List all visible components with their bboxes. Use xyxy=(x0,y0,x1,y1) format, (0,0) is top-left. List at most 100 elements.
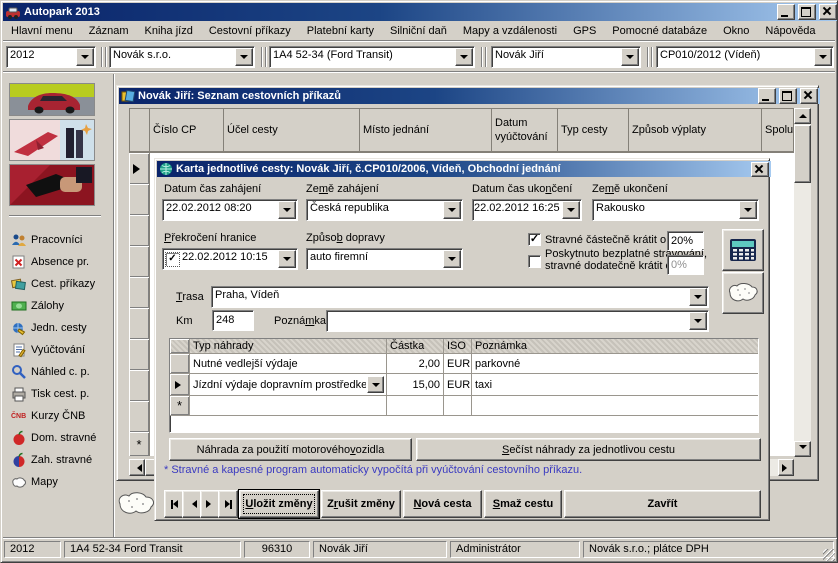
column-header-datum-vyuctovani[interactable]: Datum vyúčtování xyxy=(492,109,558,152)
row-selector-current[interactable] xyxy=(129,153,150,184)
column-header-cislo-cp[interactable]: Číslo CP xyxy=(150,109,224,152)
column-header-typ-nahrady[interactable]: Typ náhrady xyxy=(190,339,387,353)
sidebar-item-pracovnici[interactable]: Pracovníci xyxy=(11,230,82,250)
additional-reduction-pct-input[interactable]: 0% xyxy=(667,255,704,275)
previous-record-button[interactable] xyxy=(182,490,202,518)
row-selector[interactable] xyxy=(129,246,150,277)
person-select[interactable]: Novák Jiří xyxy=(491,46,641,68)
row-selector[interactable] xyxy=(129,184,150,215)
sidebar-item-zalohy[interactable]: Zálohy xyxy=(11,296,64,316)
new-trip-button[interactable]: Nová cesta xyxy=(403,490,482,518)
vehicle-select[interactable]: 1A4 52-34 (Ford Transit) xyxy=(269,46,475,68)
menu-okno[interactable]: Okno xyxy=(715,23,757,39)
column-header-ucel-cesty[interactable]: Účel cesty xyxy=(224,109,360,152)
scroll-right-icon[interactable] xyxy=(778,459,794,476)
mdi-titlebar[interactable]: Novák Jiří: Seznam cestovních příkazů xyxy=(119,88,820,104)
mdi-minimize-icon[interactable] xyxy=(758,88,776,104)
sidebar-item-jedn-cesty[interactable]: Jedn. cesty xyxy=(11,318,87,338)
scroll-down-icon[interactable] xyxy=(794,441,811,457)
end-datetime-field[interactable]: 22.02.2012 16:25 xyxy=(472,199,582,221)
sidebar-item-zah-stravne[interactable]: Zah. stravné xyxy=(11,450,92,470)
menu-platebni-karty[interactable]: Platební karty xyxy=(299,23,382,39)
last-record-button[interactable] xyxy=(218,490,238,518)
menu-gps[interactable]: GPS xyxy=(565,23,604,39)
menu-napoveda[interactable]: Nápověda xyxy=(757,23,823,39)
row-selector[interactable] xyxy=(129,277,150,308)
sum-compensation-button[interactable]: Sečíst náhrady za jednotlivou cestu xyxy=(416,438,761,461)
chevron-down-icon[interactable] xyxy=(621,48,639,66)
chevron-down-icon[interactable] xyxy=(739,201,757,219)
column-header-castka[interactable]: Částka xyxy=(387,339,444,353)
start-country-select[interactable]: Česká republika xyxy=(306,199,463,221)
column-header-poznamka[interactable]: Poznámka xyxy=(472,339,758,353)
menu-cestovni-prikazy[interactable]: Cestovní příkazy xyxy=(201,23,299,39)
column-header-iso[interactable]: ISO xyxy=(444,339,472,353)
minimize-icon[interactable] xyxy=(777,4,795,20)
chevron-down-icon[interactable] xyxy=(562,201,580,219)
chevron-down-icon[interactable] xyxy=(278,201,296,219)
sidebar-item-kurzy-cnb[interactable]: ČNB Kurzy ČNB xyxy=(11,406,85,426)
main-titlebar[interactable]: Autopark 2013 xyxy=(3,3,838,21)
vertical-scrollbar-thumb[interactable] xyxy=(794,125,811,183)
chevron-down-icon[interactable] xyxy=(814,48,832,66)
resize-grip[interactable] xyxy=(823,549,835,561)
row-selector-current[interactable] xyxy=(170,374,190,395)
free-meals-checkbox[interactable] xyxy=(528,255,541,268)
chevron-down-icon[interactable] xyxy=(367,376,384,393)
sidebar-item-dom-stravne[interactable]: Dom. stravné xyxy=(11,428,96,448)
transport-mode-select[interactable]: auto firemní xyxy=(306,248,463,270)
menu-zaznam[interactable]: Záznam xyxy=(81,23,137,39)
delete-trip-button[interactable]: Smaž cestu xyxy=(484,490,562,518)
route-combo[interactable]: Praha, Vídeň xyxy=(211,286,709,308)
next-record-button[interactable] xyxy=(200,490,220,518)
column-header-typ-cesty[interactable]: Typ cesty xyxy=(558,109,629,152)
column-header-spolucestujici[interactable]: Spoluc xyxy=(762,109,793,152)
company-select[interactable]: Novák s.r.o. xyxy=(109,46,255,68)
mdi-maximize-icon[interactable] xyxy=(779,88,797,104)
menu-silnicni-dan[interactable]: Silniční daň xyxy=(382,23,455,39)
chevron-down-icon[interactable] xyxy=(443,250,461,268)
chevron-down-icon[interactable] xyxy=(455,48,473,66)
menu-kniha-jizd[interactable]: Kniha jízd xyxy=(137,23,201,39)
chevron-down-icon[interactable] xyxy=(278,250,296,268)
table-row[interactable]: Nutné vedlejší výdaje 2,00 EUR parkovné xyxy=(170,354,758,374)
row-selector[interactable] xyxy=(170,354,190,373)
menu-mapy-a-vzdalenosti[interactable]: Mapy a vzdálenosti xyxy=(455,23,565,39)
table-row-new[interactable]: * xyxy=(170,396,758,416)
chevron-down-icon[interactable] xyxy=(443,201,461,219)
save-changes-button[interactable]: Uložit změny xyxy=(239,490,319,518)
trip-select[interactable]: CP010/2012 (Vídeň) xyxy=(656,46,834,68)
year-select[interactable]: 2012 xyxy=(6,46,96,68)
calculator-button[interactable] xyxy=(722,229,764,271)
row-selector[interactable] xyxy=(129,308,150,339)
dialog-titlebar[interactable]: Karta jednotlivé cesty: Novák Jiří, č.CP… xyxy=(157,161,771,177)
cancel-changes-button[interactable]: Zrušit změny xyxy=(321,490,401,518)
km-input[interactable]: 248 xyxy=(212,310,254,331)
scroll-left-icon[interactable] xyxy=(129,459,145,476)
chevron-down-icon[interactable] xyxy=(235,48,253,66)
sidebar-item-mapy[interactable]: Mapy xyxy=(11,472,58,492)
note-combo[interactable] xyxy=(326,310,709,332)
scroll-up-icon[interactable] xyxy=(794,108,811,124)
sidebar-item-vyuctovani[interactable]: Vyúčtování xyxy=(11,340,85,360)
mdi-close-icon[interactable] xyxy=(800,88,818,104)
sidebar-item-cest-prikazy[interactable]: Cest. příkazy xyxy=(11,274,95,294)
chevron-down-icon[interactable] xyxy=(689,312,707,330)
border-crossing-checkbox[interactable]: ✓ xyxy=(165,252,180,267)
row-selector[interactable] xyxy=(129,215,150,246)
column-header-zpusob-vyplaty[interactable]: Způsob výplaty xyxy=(629,109,762,152)
sidebar-item-nahled[interactable]: Náhled c. p. xyxy=(11,362,90,382)
close-icon[interactable] xyxy=(819,4,837,20)
sidebar-item-tisk[interactable]: Tisk cest. p. xyxy=(11,384,89,404)
end-country-select[interactable]: Rakousko xyxy=(592,199,759,221)
border-crossing-field[interactable]: ✓ 22.02.2012 10:15 xyxy=(162,248,298,270)
first-record-button[interactable] xyxy=(164,490,184,518)
dialog-close-icon[interactable] xyxy=(751,162,769,177)
column-header-misto-jednani[interactable]: Místo jednání xyxy=(360,109,492,152)
row-selector[interactable] xyxy=(129,401,150,432)
close-button[interactable]: Zavřít xyxy=(564,490,761,518)
start-datetime-field[interactable]: 22.02.2012 08:20 xyxy=(162,199,298,221)
map-button[interactable] xyxy=(722,272,764,314)
map-shape-icon[interactable] xyxy=(115,488,157,524)
menu-pomocne-databaze[interactable]: Pomocné databáze xyxy=(604,23,715,39)
